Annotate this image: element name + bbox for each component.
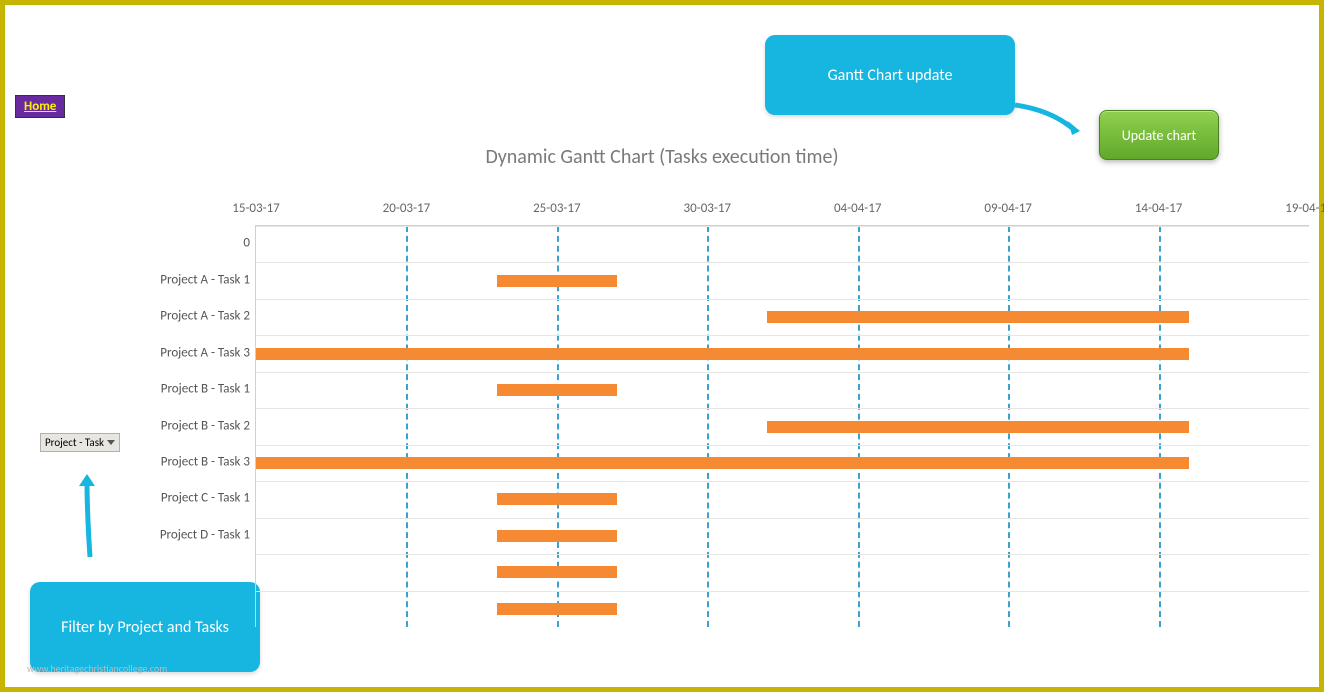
gantt-bar — [497, 530, 617, 542]
plot-area: 15-03-1720-03-1725-03-1730-03-1704-04-17… — [255, 225, 1309, 627]
y-label: Project B - Task 3 — [161, 454, 250, 469]
hline — [256, 335, 1309, 336]
hline — [256, 554, 1309, 555]
gantt-bar — [497, 384, 617, 396]
y-label: Project B - Task 2 — [161, 418, 250, 433]
hline — [256, 445, 1309, 446]
x-tick: 14-04-17 — [1135, 201, 1183, 216]
gantt-bar — [497, 493, 617, 505]
x-tick: 25-03-17 — [533, 201, 581, 216]
gantt-bar — [767, 421, 1188, 433]
chart-title: Dynamic Gantt Chart (Tasks execution tim… — [485, 145, 838, 169]
hline — [256, 299, 1309, 300]
y-label: Project D - Task 1 — [160, 527, 250, 542]
hline — [256, 591, 1309, 592]
x-tick: 09-04-17 — [984, 201, 1032, 216]
gantt-bar — [256, 457, 1189, 469]
x-tick: 30-03-17 — [684, 201, 732, 216]
hline — [256, 481, 1309, 482]
hline — [256, 518, 1309, 519]
hline — [256, 408, 1309, 409]
y-label: Project B - Task 1 — [161, 382, 250, 397]
watermark: www.heritagechristiancollege.com — [27, 662, 167, 675]
gridline — [406, 226, 408, 627]
gantt-bar — [256, 348, 1189, 360]
arrow-icon — [1010, 100, 1090, 140]
hline — [256, 262, 1309, 263]
hline — [256, 226, 1309, 227]
x-tick: 20-03-17 — [383, 201, 431, 216]
gantt-chart: 15-03-17 20-03-17 25-03-17 30-03-17 04-04-17… — [45, 190, 1309, 627]
gantt-bar — [497, 566, 617, 578]
y-label: Project A - Task 1 — [160, 272, 250, 287]
home-link[interactable]: Home — [15, 95, 65, 118]
x-tick: 15-03-17 — [232, 201, 280, 216]
x-tick: 04-04-17 — [834, 201, 882, 216]
gridline — [707, 226, 709, 627]
y-label: Project C - Task 1 — [161, 491, 250, 506]
callout-update: Gantt Chart update — [765, 35, 1015, 115]
update-chart-button[interactable]: Update chart — [1099, 110, 1219, 160]
gantt-bar — [497, 603, 617, 615]
y-label: 0 — [243, 236, 250, 251]
y-label: Project A - Task 3 — [160, 345, 250, 360]
gantt-bar — [767, 311, 1188, 323]
hline — [256, 372, 1309, 373]
x-tick: 19-04-17 — [1285, 201, 1324, 216]
gantt-bar — [497, 275, 617, 287]
y-label: Project A - Task 2 — [160, 309, 250, 324]
